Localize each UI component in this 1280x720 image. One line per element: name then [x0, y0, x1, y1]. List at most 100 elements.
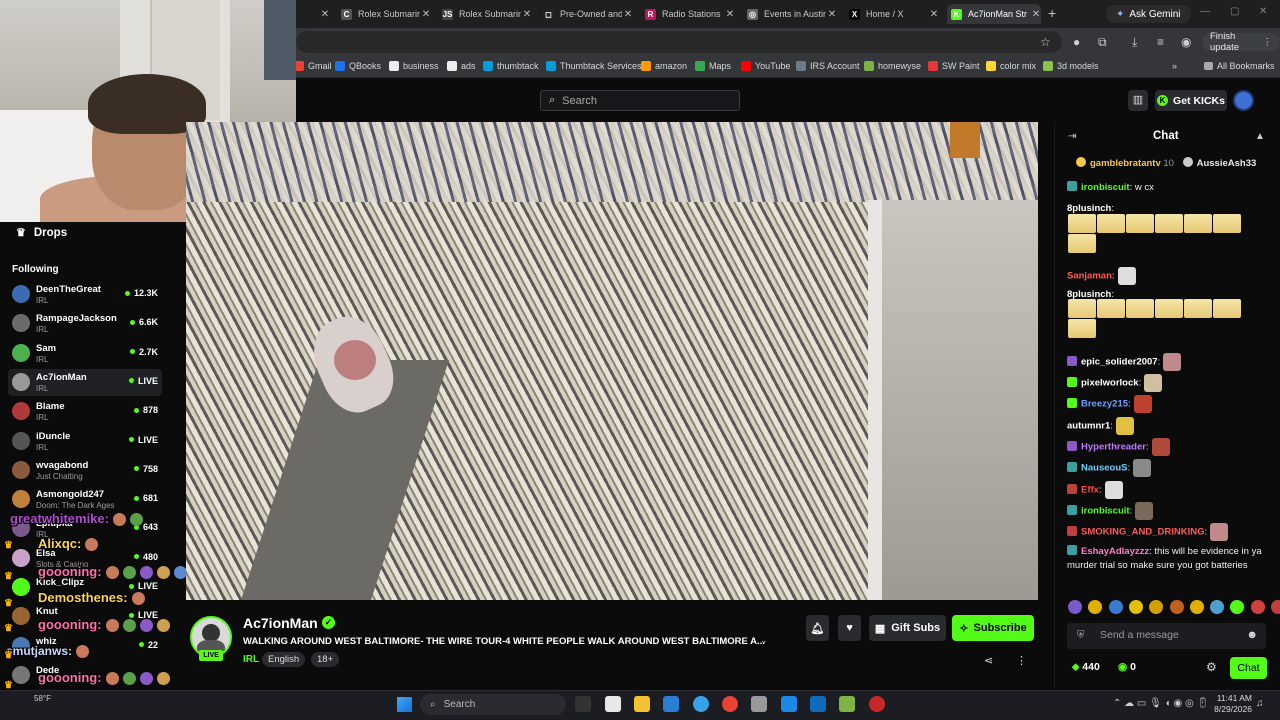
sidebar-channel[interactable]: Asmongold247 Doom: The Dark Ages 681 [8, 486, 162, 513]
address-bar[interactable] [296, 31, 1062, 53]
gifter-2[interactable]: AussieAsh33 [1182, 157, 1256, 169]
collapse-chat-icon[interactable]: ⇥ [1068, 131, 1076, 142]
notification-bell-button[interactable]: 🔔︎ [806, 615, 829, 641]
system-tray[interactable]: ⌃ ☁ ▭ 🎙︎ ◖ ◉ ◎ 🔋︎ [1113, 698, 1209, 709]
channel-name[interactable]: Ac7ionMan [243, 615, 318, 631]
chat-username[interactable]: Hyperthreader [1081, 442, 1146, 453]
bookmark-item[interactable]: SW Paint [928, 61, 980, 71]
notepad-icon[interactable] [605, 696, 621, 712]
bookmark-item[interactable]: Gmail [294, 61, 332, 71]
browser-tab[interactable]: ✕ [296, 4, 330, 24]
close-tab-icon[interactable]: ✕ [1031, 9, 1041, 20]
bookmark-item[interactable]: homewyse [864, 61, 921, 71]
close-tab-icon[interactable]: ✕ [522, 9, 532, 20]
chat-username[interactable]: EshayAdlayzzz [1081, 546, 1149, 557]
emoji-icon[interactable]: ☻ [1246, 629, 1258, 641]
gifter-1[interactable]: gamblebratantv 10 [1076, 157, 1174, 169]
bookmark-item[interactable]: 3d models [1043, 61, 1099, 71]
bookmarks-overflow-icon[interactable]: » [1172, 61, 1177, 71]
sidebar-channel[interactable]: RampageJackson IRL 6.6K [8, 310, 162, 337]
emote-icon[interactable] [1068, 600, 1082, 614]
chat-username[interactable]: ironbiscuit [1081, 182, 1130, 193]
ask-gemini-button[interactable]: ✦ Ask Gemini [1106, 5, 1191, 23]
notifications-icon[interactable]: ♫ [1256, 698, 1264, 709]
browser-tab[interactable]: ◎ Events in Austin ✕ [743, 4, 837, 24]
browser-tab[interactable]: R Radio Stations ✕ [641, 4, 735, 24]
chat-username[interactable]: SMOKING_AND_DRINKING [1081, 527, 1205, 538]
search-input[interactable]: ⌕ Search [540, 90, 740, 111]
stream-category[interactable]: IRL [243, 654, 259, 665]
browser-tab[interactable]: JS Rolex Submarin ✕ [438, 4, 532, 24]
bookmark-item[interactable]: IRS Account [796, 61, 860, 71]
kicks-balance[interactable]: ◉ 0 [1118, 661, 1136, 673]
bookmark-item[interactable]: Thumbtack Services [546, 61, 642, 71]
outlook-icon[interactable] [810, 696, 826, 712]
word-icon[interactable] [663, 696, 679, 712]
emote-icon[interactable] [1189, 600, 1204, 614]
close-tab-icon[interactable]: ✕ [725, 9, 735, 20]
app-icon-3[interactable] [869, 696, 885, 712]
puzzle-icon[interactable]: ⧉ [1098, 35, 1107, 49]
menu-lines-icon[interactable]: ≡ [1157, 35, 1164, 49]
close-tab-icon[interactable]: ✕ [929, 9, 939, 20]
new-tab-button[interactable]: + [1048, 5, 1056, 21]
calculator-icon[interactable] [751, 696, 767, 712]
profile-icon[interactable]: ◉ [1181, 35, 1191, 49]
emote-icon[interactable] [1128, 600, 1143, 614]
user-avatar[interactable] [1233, 90, 1254, 111]
finish-update-button[interactable]: Finish update ⋮ [1202, 31, 1280, 53]
send-chat-button[interactable]: Chat [1230, 657, 1267, 679]
edge-icon[interactable] [693, 696, 709, 712]
chat-username[interactable]: epic_solider2007 [1081, 357, 1158, 368]
sidebar-channel[interactable]: Ac7ionMan IRL LIVE [8, 368, 162, 396]
chat-username[interactable]: Effx [1081, 485, 1099, 496]
more-options-icon[interactable]: ⋮ [1016, 654, 1027, 667]
sidebar-channel[interactable]: Blame IRL 878 [8, 398, 162, 425]
weather-widget[interactable]: 58°F [34, 694, 51, 703]
app-icon[interactable] [781, 696, 797, 712]
task-view-icon[interactable] [575, 696, 591, 712]
download-icon[interactable]: ⤓ [1132, 35, 1137, 49]
sidebar-channel[interactable]: iDuncle IRL LIVE [8, 428, 162, 455]
chat-username[interactable]: ironbiscuit [1081, 506, 1130, 517]
bookmark-star-icon[interactable]: ☆ [1040, 35, 1051, 49]
start-icon[interactable] [397, 697, 412, 712]
channel-points[interactable]: ⬥ 440 [1072, 661, 1100, 674]
tag-age[interactable]: 18+ [311, 652, 340, 667]
browser-tab[interactable]: K Ac7ionMan Str ✕ [947, 4, 1041, 24]
tag-language[interactable]: English [262, 652, 306, 667]
bookmark-item[interactable]: business [389, 61, 439, 71]
drops-nav-item[interactable]: ♛ Drops [16, 226, 67, 240]
chat-username[interactable]: NauseouS [1081, 463, 1127, 474]
browser-tab[interactable]: C Rolex Submarin ✕ [337, 4, 431, 24]
emote-icon[interactable] [1250, 600, 1265, 614]
app-icon-2[interactable] [839, 696, 855, 712]
sidebar-channel[interactable]: wvagabond Just Chatting 758 [8, 457, 162, 484]
emote-icon[interactable] [1210, 600, 1225, 614]
clock[interactable]: 11:41 AM 8/29/2026 [1208, 693, 1252, 715]
browser-tab[interactable]: ◻ Pre-Owned and ✕ [539, 4, 633, 24]
close-tab-icon[interactable]: ✕ [320, 9, 330, 20]
bookmark-item[interactable]: ads [447, 61, 476, 71]
emote-icon[interactable] [1108, 600, 1123, 614]
share-icon[interactable]: ⋖ [984, 654, 993, 667]
emote-icon[interactable] [1271, 600, 1280, 614]
gear-icon[interactable]: ⚙ [1206, 660, 1217, 674]
chat-username[interactable]: autumnr1 [1067, 421, 1110, 432]
bookmark-item[interactable]: thumbtack [483, 61, 539, 71]
file-explorer-icon[interactable] [634, 696, 650, 712]
browse-icon[interactable]: ▥ [1128, 90, 1148, 111]
all-bookmarks-button[interactable]: All Bookmarks [1204, 61, 1275, 71]
close-window-icon[interactable]: ✕ [1259, 6, 1267, 17]
bookmark-item[interactable]: amazon [641, 61, 687, 71]
gift-subs-button[interactable]: ▦ Gift Subs [869, 615, 946, 641]
close-tab-icon[interactable]: ✕ [623, 9, 633, 20]
chrome-icon[interactable] [722, 696, 738, 712]
subscribe-button[interactable]: ✧ Subscribe [952, 615, 1034, 641]
chat-username[interactable]: Breezy215 [1081, 399, 1128, 410]
sidebar-channel[interactable]: DeenTheGreat IRL 12.3K [8, 281, 162, 308]
chevron-down-icon[interactable]: ⌄ [760, 635, 768, 646]
browser-tab[interactable]: X Home / X ✕ [845, 4, 939, 24]
bookmark-item[interactable]: QBooks [335, 61, 381, 71]
maximize-icon[interactable]: ▢ [1230, 6, 1239, 17]
